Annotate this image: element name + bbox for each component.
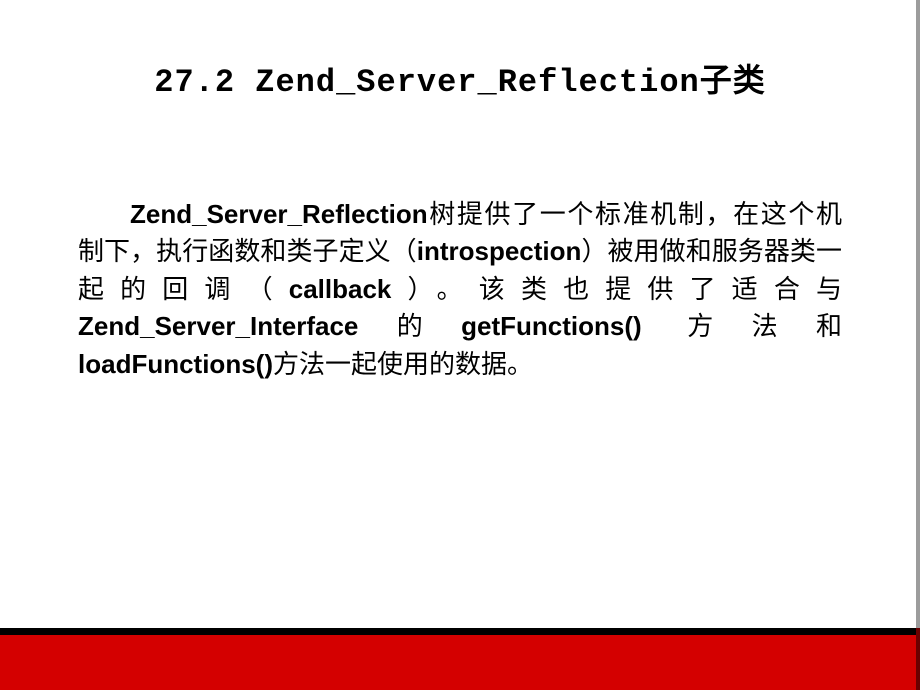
text-bold-7: Zend_Server_Interface	[78, 311, 358, 341]
shadow-right	[916, 0, 920, 628]
text-bold-9: getFunctions()	[461, 311, 687, 341]
shadow-bottom	[916, 628, 920, 690]
text-regular-10: 方法和	[687, 312, 842, 341]
text-bold-11: loadFunctions()	[78, 349, 273, 379]
text-bold-5: callback	[289, 274, 392, 304]
slide-title: 27.2 Zend_Server_Reflection子类	[0, 55, 920, 101]
slide-body: Zend_Server_Reflection树提供了一个标准机制，在这个机制下，…	[0, 196, 920, 383]
text-bold-1: Zend_Server_Reflection	[130, 199, 428, 229]
text-regular-12: 方法一起使用的数据。	[273, 350, 533, 379]
divider-black-bar	[0, 628, 920, 635]
text-regular-8: 的	[358, 312, 461, 341]
text-bold-3: introspection	[417, 236, 582, 266]
footer-red-bar	[0, 635, 920, 690]
text-regular-6: ）。该类也提供了适合与	[391, 275, 842, 304]
slide-container: 27.2 Zend_Server_Reflection子类 Zend_Serve…	[0, 0, 920, 690]
